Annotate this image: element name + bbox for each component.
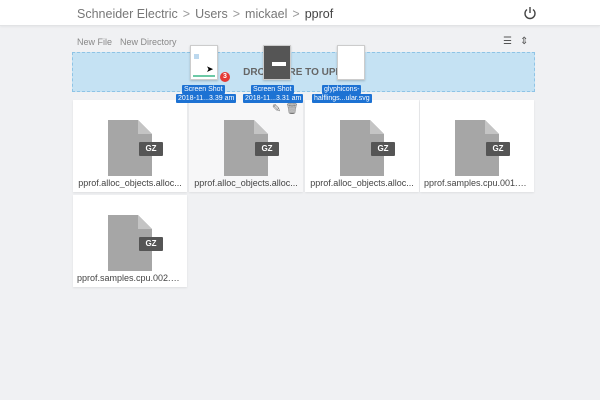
new-directory-button[interactable]: New Directory xyxy=(120,37,177,47)
file-type-badge: GZ xyxy=(255,142,279,156)
file-type-badge: GZ xyxy=(486,142,510,156)
file-name: pprof.alloc_objects.alloc... xyxy=(310,178,414,188)
drag-label: glyphicons- xyxy=(322,85,362,94)
upload-dropzone[interactable]: DROP HERE TO UPLOAD xyxy=(72,52,535,92)
file-name: pprof.samples.cpu.001.p... xyxy=(424,178,531,188)
file-card[interactable]: GZ pprof.alloc_objects.alloc... xyxy=(73,100,187,192)
drag-label: 2018-11...3.31 am xyxy=(243,94,304,103)
file-card[interactable]: GZ pprof.samples.cpu.002.p... xyxy=(73,195,187,287)
file-type-badge: GZ xyxy=(139,237,163,251)
power-icon[interactable] xyxy=(523,6,537,20)
breadcrumb-item[interactable]: Schneider Electric xyxy=(77,7,178,21)
file-name: pprof.samples.cpu.002.p... xyxy=(77,273,184,283)
drag-thumbnail: ➤ xyxy=(190,45,218,80)
file-type-badge: GZ xyxy=(371,142,395,156)
drag-count-badge: 3 xyxy=(220,72,230,82)
file-card[interactable]: GZ pprof.samples.cpu.001.p... xyxy=(420,100,534,192)
file-card[interactable]: GZ pprof.alloc_objects.alloc... xyxy=(305,100,419,192)
list-icon[interactable]: ☰ xyxy=(503,36,512,47)
file-card[interactable]: ✎ 🗑 GZ pprof.alloc_objects.alloc... xyxy=(189,100,303,192)
file-name: pprof.alloc_objects.alloc... xyxy=(194,178,298,188)
file-name: pprof.alloc_objects.alloc... xyxy=(78,178,182,188)
edit-icon[interactable]: ✎ xyxy=(272,102,281,115)
file-type-badge: GZ xyxy=(139,142,163,156)
breadcrumb-separator: > xyxy=(292,7,300,21)
breadcrumb-separator: > xyxy=(232,7,241,21)
drag-label: Screen Shot xyxy=(182,85,225,94)
cursor-icon: ➤ xyxy=(206,64,214,74)
sort-icon[interactable]: ⇕ xyxy=(520,36,528,47)
trash-icon[interactable]: 🗑 xyxy=(285,102,299,115)
toolbar: New File New Directory xyxy=(77,37,177,47)
breadcrumb-current: pprof xyxy=(304,7,334,21)
breadcrumb: Schneider Electric > Users > mickael > p… xyxy=(77,7,333,21)
drag-thumbnail xyxy=(263,45,291,80)
drag-label: 2018-11...3.39 am xyxy=(176,94,237,103)
header: Schneider Electric > Users > mickael > p… xyxy=(0,0,600,26)
drag-label: halflings...ular.svg xyxy=(312,94,372,103)
breadcrumb-item[interactable]: Users xyxy=(195,7,228,21)
drag-thumbnail xyxy=(337,45,365,80)
breadcrumb-item[interactable]: mickael xyxy=(245,7,287,21)
new-file-button[interactable]: New File xyxy=(77,37,112,47)
drag-label: Screen Shot xyxy=(251,85,294,94)
breadcrumb-separator: > xyxy=(182,7,191,21)
